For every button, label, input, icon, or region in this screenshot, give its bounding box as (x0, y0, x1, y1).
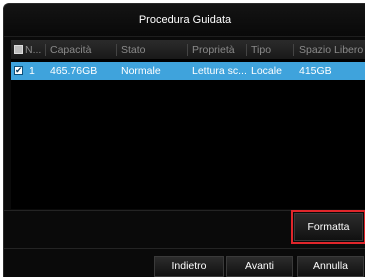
wizard-window: Procedura Guidata N... Capacità Stato Pr… (3, 3, 365, 277)
column-header-capacity[interactable]: Capacità (50, 41, 116, 59)
column-separator (293, 44, 294, 56)
column-separator (45, 44, 46, 56)
cell-status: Normale (121, 65, 161, 77)
column-separator (116, 44, 117, 56)
column-separator (187, 44, 188, 56)
disk-table: N... Capacità Stato Proprietà Tipo Spazi… (11, 40, 365, 209)
cancel-button[interactable]: Annulla (297, 256, 364, 277)
next-button[interactable]: Avanti (226, 256, 293, 277)
cell-type: Locale (251, 65, 282, 77)
cell-capacity: 465.76GB (50, 65, 98, 77)
highlight-box (291, 210, 365, 244)
column-header-number[interactable]: N... (25, 41, 45, 59)
column-separator (246, 44, 247, 56)
cell-free-space: 415GB (299, 65, 332, 77)
table-row[interactable]: ✔ 1 465.76GB Normale Lettura sc... Local… (11, 62, 365, 80)
column-header-type[interactable]: Tipo (251, 41, 293, 59)
column-header-property[interactable]: Proprietà (192, 41, 246, 59)
table-header: N... Capacità Stato Proprietà Tipo Spazi… (11, 41, 365, 59)
column-header-status[interactable]: Stato (121, 41, 187, 59)
select-all-checkbox[interactable] (14, 45, 23, 54)
column-header-free-space[interactable]: Spazio Libero (299, 41, 365, 59)
row-checkbox[interactable]: ✔ (14, 66, 23, 75)
back-button[interactable]: Indietro (154, 256, 224, 277)
divider (4, 248, 365, 249)
cell-number: 1 (29, 65, 35, 77)
cell-property: Lettura sc... (192, 65, 247, 77)
window-title: Procedura Guidata (4, 4, 365, 37)
